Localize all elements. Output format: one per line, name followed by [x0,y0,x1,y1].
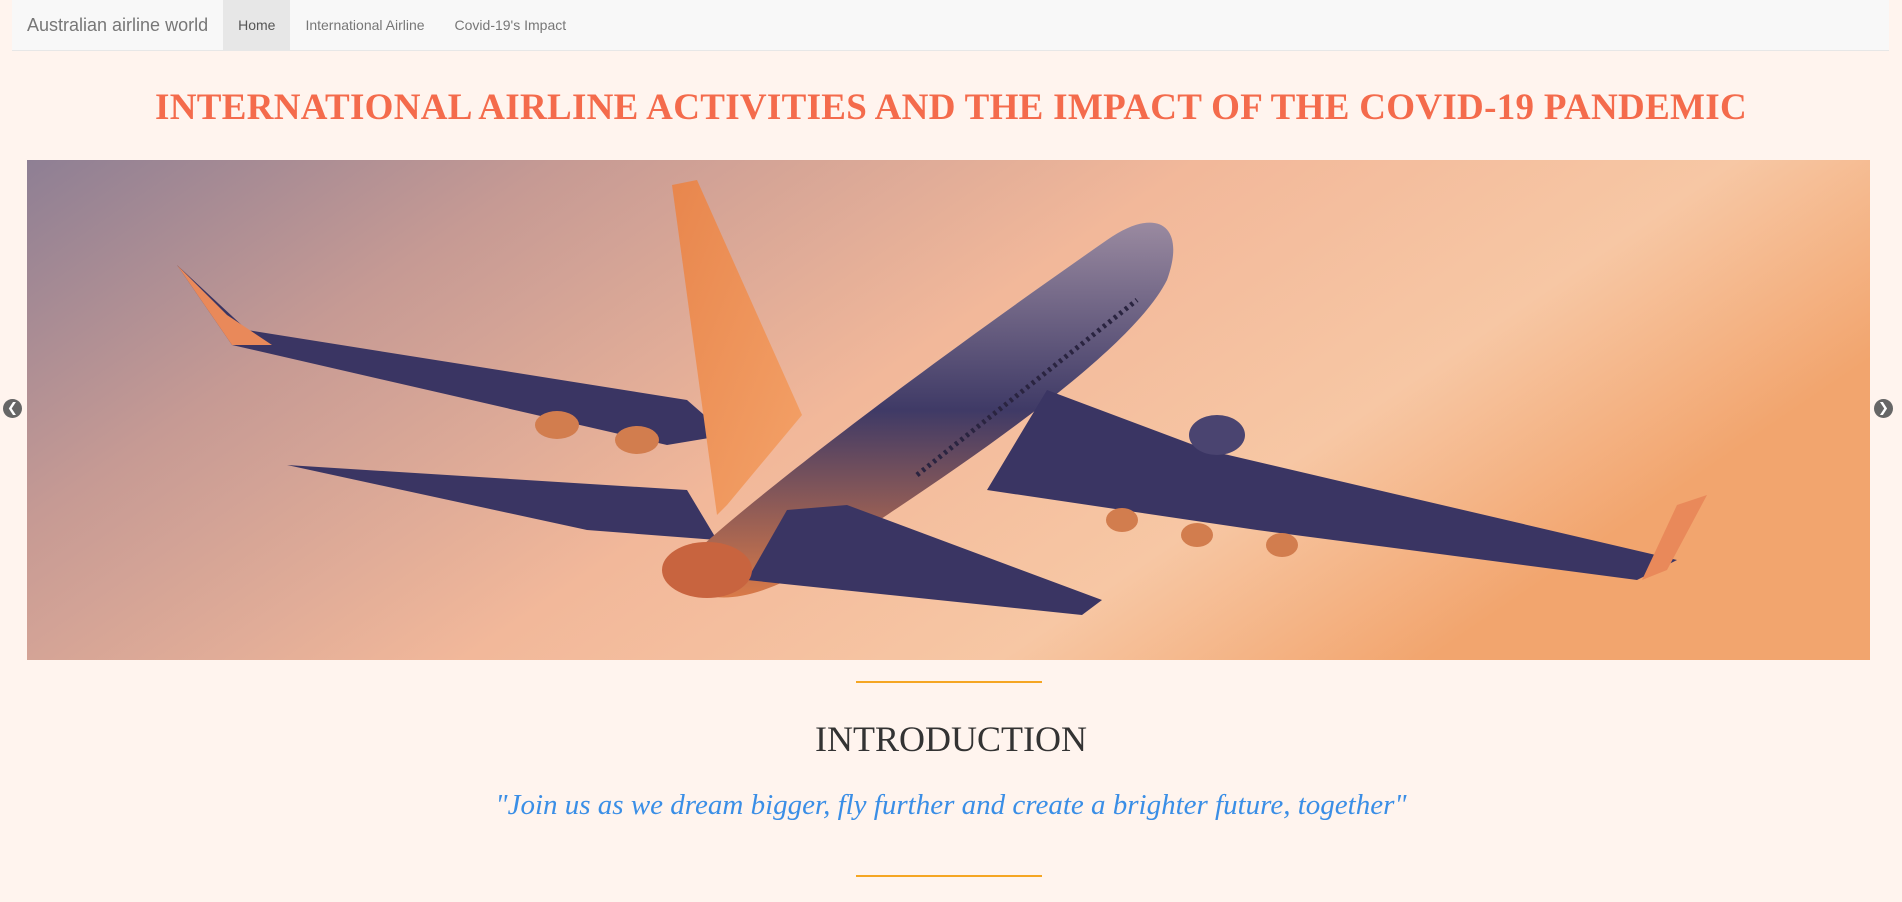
hero-carousel [27,160,1870,660]
carousel-next-button[interactable]: ❯ [1874,399,1893,418]
divider-top [856,681,1042,683]
chevron-left-icon: ❮ [7,401,18,416]
chevron-right-icon: ❯ [1878,401,1889,416]
airplane-image [27,160,1870,660]
carousel-prev-button[interactable]: ❮ [3,399,22,418]
navbar: Australian airline world Home Internatio… [12,0,1889,51]
nav-item-home[interactable]: Home [223,0,291,50]
nav-item-international-airline[interactable]: International Airline [290,0,439,50]
divider-bottom [856,875,1042,877]
page-title: INTERNATIONAL AIRLINE ACTIVITIES AND THE… [155,87,1747,128]
intro-heading: INTRODUCTION [815,719,1087,759]
brand-link[interactable]: Australian airline world [12,0,223,50]
intro-quote: "Join us as we dream bigger, fly further… [495,789,1407,821]
nav-item-covid-impact[interactable]: Covid-19's Impact [440,0,582,50]
